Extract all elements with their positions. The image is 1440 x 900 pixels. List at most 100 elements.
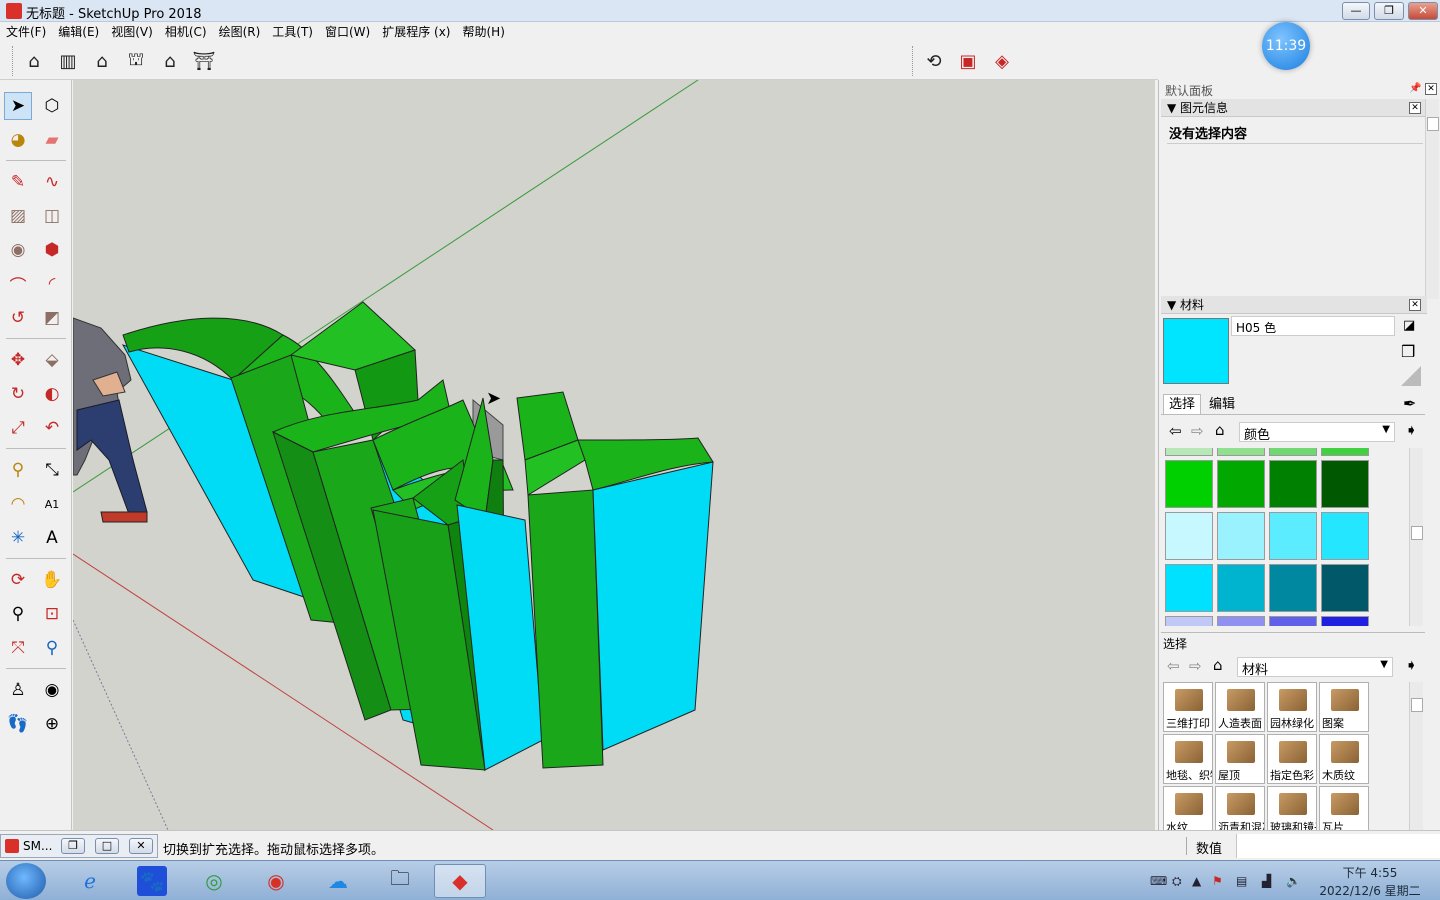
follow-me-icon[interactable]: ◐ xyxy=(38,380,66,408)
show-hidden-icons[interactable]: ▲ xyxy=(1192,874,1201,888)
minimized-window[interactable]: SM... ❐ □ ✕ xyxy=(0,834,158,858)
taskbar-time[interactable]: 下午 4:55 xyxy=(1320,864,1420,881)
rotate-icon[interactable]: ↻ xyxy=(4,380,32,408)
eyedropper-icon[interactable]: ✒ xyxy=(1403,394,1416,413)
menu-window[interactable]: 窗口(W) xyxy=(319,22,376,40)
toolbar-grip-2[interactable] xyxy=(912,46,915,76)
device-icon[interactable]: ▤ xyxy=(1236,874,1247,888)
push-pull-icon[interactable]: ⬙ xyxy=(38,346,66,374)
material-folder[interactable]: 屋顶 xyxy=(1215,734,1265,784)
chrome-icon[interactable]: ◉ xyxy=(250,864,302,898)
menu-draw[interactable]: 绘图(R) xyxy=(213,22,267,40)
details-arrow-icon[interactable]: ➧ xyxy=(1405,656,1418,674)
top-view-icon[interactable]: ⌂ xyxy=(88,48,116,74)
color-swatch[interactable] xyxy=(1165,460,1213,508)
keyboard-icon[interactable]: ⌨ xyxy=(1150,874,1167,888)
tray-close-icon[interactable]: ✕ xyxy=(1425,83,1437,95)
menu-edit[interactable]: 编辑(E) xyxy=(52,22,105,40)
material-folder[interactable]: 瓦片 xyxy=(1319,786,1369,830)
menu-extensions[interactable]: 扩展程序 (x) xyxy=(376,22,456,40)
scale-icon[interactable]: ⤢ xyxy=(4,414,32,442)
menu-camera[interactable]: 相机(C) xyxy=(159,22,213,40)
color-swatch[interactable] xyxy=(1165,512,1213,560)
home-icon[interactable]: ⌂ xyxy=(1215,421,1225,439)
measurements-input[interactable] xyxy=(1236,834,1440,858)
pan-icon[interactable]: ✋ xyxy=(38,566,66,594)
details-arrow-icon[interactable]: ➧ xyxy=(1405,421,1418,439)
color-swatch[interactable] xyxy=(1269,564,1317,612)
minimize-button[interactable]: — xyxy=(1342,2,1370,20)
zoom-extents-icon[interactable]: ⤧ xyxy=(4,634,32,662)
restore-button[interactable]: ❐ xyxy=(1374,2,1404,20)
walk-icon[interactable]: 👣 xyxy=(4,710,32,738)
entity-info-header[interactable]: ▼ 图元信息 xyxy=(1161,99,1427,117)
front-view-icon[interactable]: ▥ xyxy=(54,48,82,74)
back-arrow-icon[interactable]: ⇦ xyxy=(1167,657,1180,675)
display-secondary-icon[interactable]: ◪ xyxy=(1403,318,1415,333)
cloud-icon[interactable]: ☁ xyxy=(312,864,364,898)
home-icon[interactable]: ⌂ xyxy=(1213,656,1223,674)
network-status-icon[interactable]: ⛭ xyxy=(1172,874,1182,889)
tab-edit[interactable]: 编辑 xyxy=(1203,396,1241,414)
material-folder[interactable]: 玻璃和镜子 xyxy=(1267,786,1317,830)
section-plane-icon[interactable]: ⊕ xyxy=(38,710,66,738)
send-to-layout-icon[interactable]: ◈ xyxy=(988,48,1016,74)
color-swatch[interactable] xyxy=(1217,448,1265,456)
collection-select[interactable]: 颜色 ▼ xyxy=(1239,422,1395,443)
paint-bucket-icon[interactable]: ◕ xyxy=(4,126,32,154)
start-button[interactable] xyxy=(6,863,46,899)
signal-icon[interactable]: ▟ xyxy=(1262,874,1271,888)
previous-view-icon[interactable]: ⚲ xyxy=(38,634,66,662)
close-button[interactable]: ✕ xyxy=(129,838,153,854)
offset-icon[interactable]: ↶ xyxy=(38,414,66,442)
eraser-icon[interactable]: ▰ xyxy=(38,126,66,154)
entity-info-scrollbar[interactable] xyxy=(1425,99,1439,299)
menu-help[interactable]: 帮助(H) xyxy=(456,22,510,40)
polygon-icon[interactable]: ⬢ xyxy=(38,236,66,264)
color-swatch[interactable] xyxy=(1217,616,1265,626)
menu-tools[interactable]: 工具(T) xyxy=(266,22,319,40)
arc-icon[interactable]: ⌒ xyxy=(4,270,32,298)
right-view-icon[interactable]: ⛫ xyxy=(122,48,150,74)
scroll-thumb[interactable] xyxy=(1411,698,1423,712)
make-component-icon[interactable]: ⬡ xyxy=(38,92,66,120)
default-material-icon[interactable] xyxy=(1401,366,1421,386)
menu-view[interactable]: 视图(V) xyxy=(105,22,159,40)
warehouse-icon[interactable]: ⟲ xyxy=(920,48,948,74)
ie-icon[interactable]: ℯ xyxy=(64,864,116,898)
zoom-icon[interactable]: ⚲ xyxy=(4,600,32,628)
material-folder[interactable]: 指定色彩 xyxy=(1267,734,1317,784)
material-folder[interactable]: 沥青和混凝土 xyxy=(1215,786,1265,830)
material-folder[interactable]: 三维打印 xyxy=(1163,682,1213,732)
color-swatch[interactable] xyxy=(1321,616,1369,626)
material-name-field[interactable]: H05 色 xyxy=(1231,316,1395,336)
move-icon[interactable]: ✥ xyxy=(4,346,32,374)
line-icon[interactable]: ✎ xyxy=(4,168,32,196)
toolbar-grip[interactable] xyxy=(12,46,15,76)
library-scrollbar[interactable] xyxy=(1409,682,1423,830)
protractor-icon[interactable]: ◠ xyxy=(4,490,32,518)
color-swatch[interactable] xyxy=(1269,460,1317,508)
color-swatch[interactable] xyxy=(1165,616,1213,626)
material-folder[interactable]: 木质纹 xyxy=(1319,734,1369,784)
taskbar-date[interactable]: 2022/12/6 星期二 xyxy=(1310,882,1430,899)
orbit-icon[interactable]: ⟳ xyxy=(4,566,32,594)
color-swatch[interactable] xyxy=(1165,448,1213,456)
color-swatch[interactable] xyxy=(1321,448,1369,456)
materials-header[interactable]: ▼ 材料 xyxy=(1161,296,1427,314)
sketchup-icon[interactable]: ◆ xyxy=(434,864,486,898)
axes-icon[interactable]: ✳ xyxy=(4,524,32,552)
left-view-icon[interactable]: ⛩ xyxy=(190,48,218,74)
baidu-icon[interactable]: 🐾 xyxy=(126,864,178,898)
3pt-arc-icon[interactable]: ↺ xyxy=(4,304,32,332)
rotated-rectangle-icon[interactable]: ◫ xyxy=(38,202,66,230)
look-around-icon[interactable]: ◉ xyxy=(38,676,66,704)
back-arrow-icon[interactable]: ⇦ xyxy=(1169,422,1182,440)
materials-close-icon[interactable]: ✕ xyxy=(1409,299,1421,311)
extension-warehouse-icon[interactable]: ▣ xyxy=(954,48,982,74)
entity-info-close-icon[interactable]: ✕ xyxy=(1409,102,1421,114)
material-folder[interactable]: 水纹 xyxy=(1163,786,1213,830)
color-swatch[interactable] xyxy=(1217,460,1265,508)
swatch-scrollbar[interactable] xyxy=(1409,448,1423,626)
3d-text-icon[interactable]: A xyxy=(38,524,66,552)
